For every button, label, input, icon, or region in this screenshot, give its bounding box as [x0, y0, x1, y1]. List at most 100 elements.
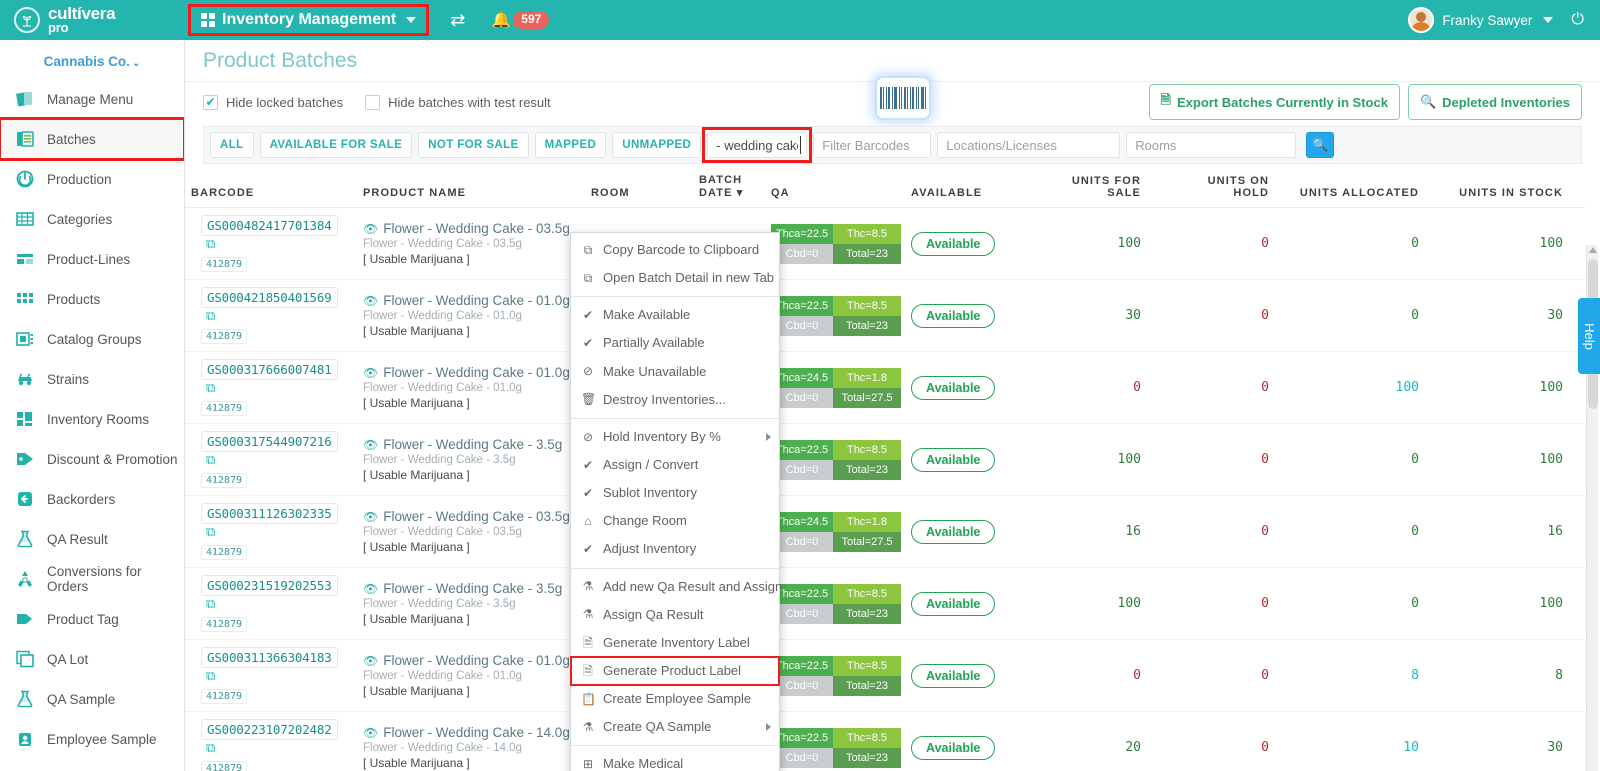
menu-item-generate-inventory-label[interactable]: 🗎 Generate Inventory Label [571, 629, 779, 657]
brand-logo-area[interactable]: cultívera pro [0, 0, 185, 40]
col-batch-date[interactable]: BATCH DATE ▾ [693, 170, 765, 208]
eye-icon[interactable]: 👁 [363, 654, 378, 668]
menu-item-assign-qa-result[interactable]: ⚗ Assign Qa Result [571, 601, 779, 629]
sidebar-item-catalog-groups[interactable]: Catalog Groups [0, 319, 184, 359]
product-name[interactable]: Flower - Wedding Cake - 14.0g [383, 725, 570, 740]
table-row[interactable]: GS000223107202482⧉ 412879 👁 Flower - Weddin… [185, 711, 1585, 771]
col-available[interactable]: AVAILABLE [905, 170, 1045, 208]
barcode-value[interactable]: GS000317666007481 [201, 359, 338, 380]
filter-pill-all[interactable]: ALL [210, 132, 254, 158]
menu-item-adjust-inventory[interactable]: ✔ Adjust Inventory [571, 535, 779, 563]
rooms-filter-input[interactable] [1126, 132, 1297, 158]
menu-item-make-available[interactable]: ✔ Make Available [571, 301, 779, 329]
search-submit-button[interactable]: 🔍 [1306, 132, 1335, 158]
menu-item-make-medical[interactable]: ⊞ Make Medical [571, 750, 779, 771]
barcode-value[interactable]: GS000482417701384 [201, 215, 338, 236]
sidebar-item-strains[interactable]: Strains [0, 359, 184, 399]
sidebar-item-batches[interactable]: Batches [0, 117, 184, 161]
filter-pill-unmapped[interactable]: UNMAPPED [612, 132, 702, 158]
barcode-value[interactable]: GS000223107202482 [201, 719, 338, 740]
sidebar-item-conversions-for-orders[interactable]: Conversions for Orders [0, 559, 184, 599]
table-row[interactable]: GS000231519202553⧉ 412879 👁 Flower - Weddin… [185, 567, 1585, 640]
table-row[interactable]: GS000311126302335⧉ 412879 👁 Flower - Weddin… [185, 495, 1585, 568]
help-tab-button[interactable]: Help [1578, 298, 1600, 374]
barcode-value[interactable]: GS000311366304183 [201, 647, 338, 668]
sidebar-item-product-lines[interactable]: Product-Lines [0, 239, 184, 279]
eye-icon[interactable]: 👁 [363, 726, 378, 740]
copy-icon[interactable]: ⧉ [206, 380, 215, 395]
sidebar-item-inventory-rooms[interactable]: Inventory Rooms [0, 399, 184, 439]
filter-pill-not-for-sale[interactable]: NOT FOR SALE [418, 132, 529, 158]
menu-item-partially-available[interactable]: ✔ Partially Available [571, 329, 779, 357]
menu-item-change-room[interactable]: ⌂ Change Room [571, 507, 779, 535]
status-badge[interactable]: Available [911, 447, 996, 472]
product-name[interactable]: Flower - Wedding Cake - 03.5g [383, 221, 570, 236]
copy-icon[interactable]: ⧉ [206, 740, 215, 755]
org-selector[interactable]: Cannabis Co. ⌄ [0, 40, 184, 79]
sidebar-item-backorders[interactable]: Backorders [0, 479, 184, 519]
col-units-allocated[interactable]: UNITS ALLOCATED [1291, 170, 1441, 208]
copy-icon[interactable]: ⧉ [206, 596, 215, 611]
barcode-value[interactable]: GS000421850401569 [201, 287, 338, 308]
sidebar-item-discount-promotion[interactable]: Discount & Promotion [0, 439, 184, 479]
product-name[interactable]: Flower - Wedding Cake - 3.5g [383, 437, 562, 452]
filter-pill-mapped[interactable]: MAPPED [534, 132, 607, 158]
status-badge[interactable]: Available [911, 231, 996, 256]
module-switcher-button[interactable]: Inventory Management [187, 4, 430, 36]
product-name[interactable]: Flower - Wedding Cake - 01.0g [383, 365, 570, 380]
hide-test-result-batches-checkbox[interactable]: Hide batches with test result [365, 94, 551, 110]
locations-licenses-input[interactable] [937, 132, 1121, 158]
product-name[interactable]: Flower - Wedding Cake - 03.5g [383, 509, 570, 524]
eye-icon[interactable]: 👁 [363, 582, 378, 596]
filter-pill-available-for-sale[interactable]: AVAILABLE FOR SALE [259, 132, 413, 158]
col-units-for-sale[interactable]: UNITS FOR SALE [1045, 170, 1163, 208]
col-product-name[interactable]: PRODUCT NAME [357, 170, 585, 208]
menu-item-create-qa-sample[interactable]: ⚗ Create QA Sample [571, 713, 779, 741]
product-search-input[interactable] [707, 132, 808, 158]
copy-icon[interactable]: ⧉ [206, 668, 215, 683]
table-row[interactable]: GS000317544907216⧉ 412879 👁 Flower - Weddin… [185, 423, 1585, 496]
power-logout-icon[interactable]: ⏻ [1571, 11, 1584, 29]
status-badge[interactable]: Available [911, 303, 996, 328]
hide-locked-batches-checkbox[interactable]: Hide locked batches [203, 94, 343, 110]
swap-icon[interactable]: ⇄ [450, 10, 465, 31]
barcode-filter-input[interactable] [813, 132, 932, 158]
menu-item-copy-barcode-to-clipboard[interactable]: ⧉ Copy Barcode to Clipboard [571, 236, 779, 264]
eye-icon[interactable]: 👁 [363, 294, 378, 308]
scroll-up-arrow-icon[interactable] [1589, 247, 1597, 253]
notifications-button[interactable]: 🔔 597 [491, 10, 550, 30]
status-badge[interactable]: Available [911, 591, 996, 616]
sidebar-item-products[interactable]: Products [0, 279, 184, 319]
user-menu-button[interactable]: Franky Sawyer [1408, 7, 1554, 33]
table-row[interactable]: GS000421850401569⧉ 412879 👁 Flower - Weddin… [185, 279, 1585, 352]
sidebar-item-qa-result[interactable]: QA Result [0, 519, 184, 559]
sidebar-item-manage-menu[interactable]: Manage Menu [0, 79, 184, 119]
barcode-value[interactable]: GS000311126302335 [201, 503, 338, 524]
col-room[interactable]: ROOM [585, 170, 693, 208]
menu-item-make-unavailable[interactable]: ⊘ Make Unavailable [571, 358, 779, 386]
barcode-value[interactable]: GS000231519202553 [201, 575, 338, 596]
menu-item-generate-product-label[interactable]: 🗎 Generate Product Label [570, 655, 780, 687]
copy-icon[interactable]: ⧉ [206, 236, 215, 251]
export-batches-button[interactable]: 🗎 Export Batches Currently in Stock [1148, 84, 1400, 120]
menu-item-open-batch-detail-in-new-tab[interactable]: ⧉ Open Batch Detail in new Tab [571, 264, 779, 292]
eye-icon[interactable]: 👁 [363, 366, 378, 380]
product-name[interactable]: Flower - Wedding Cake - 01.0g [383, 653, 570, 668]
status-badge[interactable]: Available [911, 375, 996, 400]
eye-icon[interactable]: 👁 [363, 438, 378, 452]
menu-item-hold-inventory-by[interactable]: ⊘ Hold Inventory By % [571, 423, 779, 451]
col-qa[interactable]: QA [765, 170, 905, 208]
menu-item-create-employee-sample[interactable]: 📋 Create Employee Sample [571, 685, 779, 713]
status-badge[interactable]: Available [911, 663, 996, 688]
table-row[interactable]: GS000311366304183⧉ 412879 👁 Flower - Weddin… [185, 639, 1585, 712]
menu-item-assign-convert[interactable]: ✔ Assign / Convert [571, 451, 779, 479]
sidebar-item-qa-lot[interactable]: QA Lot [0, 639, 184, 679]
copy-icon[interactable]: ⧉ [206, 524, 215, 539]
depleted-inventories-button[interactable]: 🔍 Depleted Inventories [1407, 84, 1582, 120]
sidebar-item-qa-sample[interactable]: QA Sample [0, 679, 184, 719]
menu-item-destroy-inventories[interactable]: 🗑 Destroy Inventories... [571, 386, 779, 414]
col-units-in-stock[interactable]: UNITS IN STOCK [1441, 170, 1585, 208]
status-badge[interactable]: Available [911, 735, 996, 760]
eye-icon[interactable]: 👁 [363, 510, 378, 524]
sidebar-item-categories[interactable]: Categories [0, 199, 184, 239]
